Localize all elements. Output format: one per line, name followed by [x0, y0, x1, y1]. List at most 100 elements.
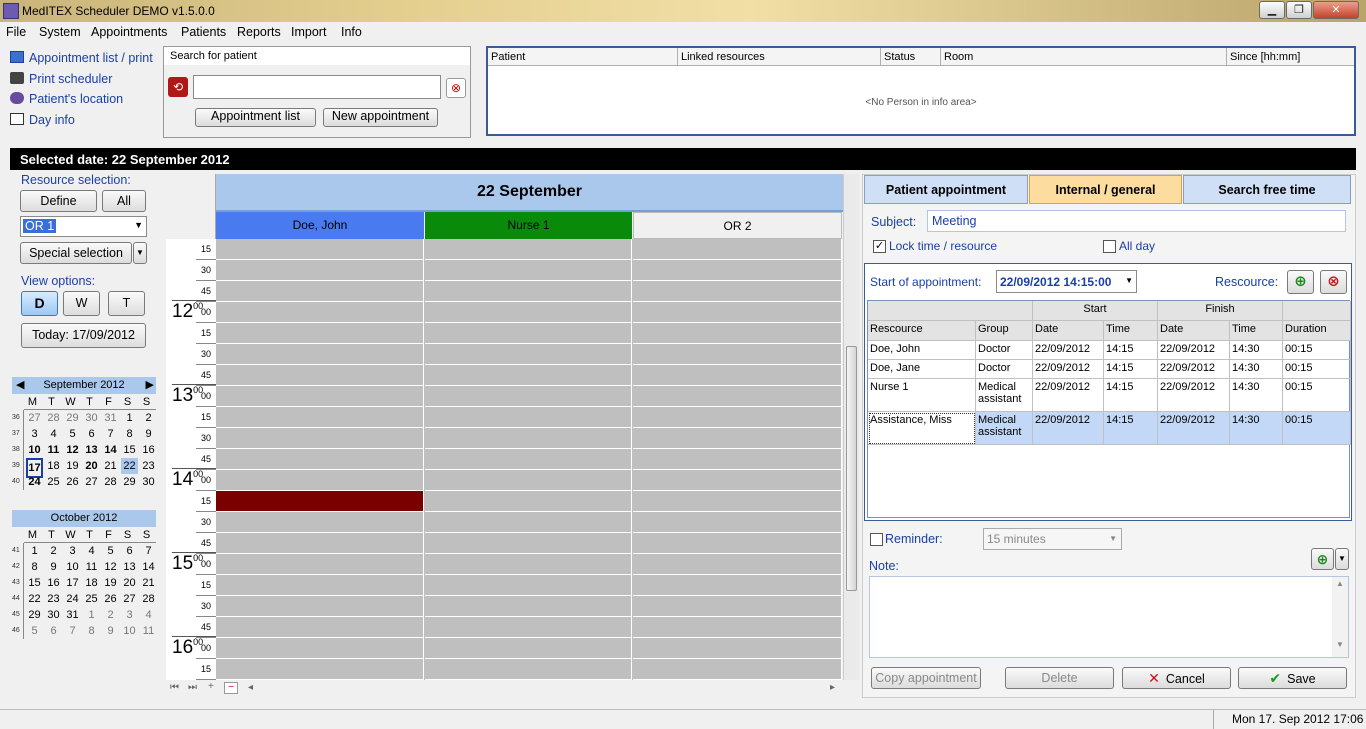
- time-slot[interactable]: [425, 617, 632, 638]
- time-slot[interactable]: [425, 554, 632, 575]
- time-slot[interactable]: [425, 260, 632, 281]
- calendar-day[interactable]: 2: [102, 607, 119, 623]
- resource-column-nurse-1[interactable]: Nurse 1: [425, 212, 632, 239]
- maximize-button[interactable]: ❐: [1286, 1, 1312, 19]
- first-icon[interactable]: ⏮: [170, 682, 179, 693]
- all-button[interactable]: All: [102, 190, 146, 212]
- calendar-day[interactable]: 4: [140, 607, 157, 623]
- calendar-day[interactable]: 4: [45, 426, 62, 442]
- calendar-day[interactable]: 13: [83, 442, 100, 458]
- calendar-day[interactable]: 7: [140, 543, 157, 559]
- time-slot[interactable]: [425, 575, 632, 596]
- table-cell[interactable]: 14:15: [1104, 341, 1158, 360]
- subject-input[interactable]: Meeting: [927, 210, 1346, 232]
- table-cell[interactable]: Doe, Jane: [868, 360, 976, 379]
- time-slot[interactable]: [425, 533, 632, 554]
- calendar-day[interactable]: 8: [121, 426, 138, 442]
- table-header[interactable]: Time: [1230, 321, 1283, 341]
- view-t-button[interactable]: T: [108, 291, 145, 316]
- calendar-day[interactable]: 25: [83, 591, 100, 607]
- calendar-day[interactable]: 27: [121, 591, 138, 607]
- calendar-day[interactable]: 1: [83, 607, 100, 623]
- tab-internal-general[interactable]: Internal / general: [1029, 175, 1182, 204]
- table-cell[interactable]: 22/09/2012: [1033, 341, 1104, 360]
- calendar-day[interactable]: 14: [102, 442, 119, 458]
- patient-lookup-icon[interactable]: ⟲: [168, 77, 188, 97]
- calendar-day[interactable]: 6: [83, 426, 100, 442]
- time-slot[interactable]: [216, 281, 424, 302]
- time-slot[interactable]: [216, 554, 424, 575]
- time-slot[interactable]: [633, 365, 842, 386]
- table-cell[interactable]: 14:30: [1230, 412, 1283, 445]
- time-slot[interactable]: [633, 596, 842, 617]
- calendar-day[interactable]: 27: [26, 410, 43, 426]
- table-cell[interactable]: Medical assistant: [976, 379, 1033, 412]
- calendar-day[interactable]: 31: [64, 607, 81, 623]
- calendar-day[interactable]: 26: [64, 474, 81, 490]
- scheduler-scrollbar[interactable]: [843, 174, 859, 680]
- table-cell[interactable]: Doctor: [976, 360, 1033, 379]
- table-header[interactable]: Date: [1158, 321, 1230, 341]
- calendar-day[interactable]: 21: [140, 575, 157, 591]
- calendar-day[interactable]: 30: [140, 474, 157, 490]
- add-resource-icon[interactable]: ⊕: [1287, 270, 1314, 294]
- start-datetime-picker[interactable]: 22/09/2012 14:15:00 ▼: [996, 270, 1137, 293]
- time-slot[interactable]: [633, 533, 842, 554]
- time-slot[interactable]: [633, 239, 842, 260]
- time-slot[interactable]: [216, 344, 424, 365]
- table-cell[interactable]: 14:15: [1104, 360, 1158, 379]
- calendar-day[interactable]: 28: [140, 591, 157, 607]
- resource-column-or-2[interactable]: OR 2: [633, 212, 842, 239]
- table-cell[interactable]: 14:15: [1104, 379, 1158, 412]
- time-slot[interactable]: [633, 281, 842, 302]
- calendar-day[interactable]: 20: [121, 575, 138, 591]
- resource-column-doe-john[interactable]: Doe, John: [216, 212, 424, 239]
- info-col-linked[interactable]: Linked resources: [678, 48, 881, 66]
- copy-appointment-button[interactable]: Copy appointment: [871, 667, 981, 689]
- table-header[interactable]: Date: [1033, 321, 1104, 341]
- calendar-day[interactable]: 3: [64, 543, 81, 559]
- calendar-day[interactable]: 29: [26, 607, 43, 623]
- time-slot[interactable]: [425, 596, 632, 617]
- table-cell[interactable]: Assistance, Miss: [868, 412, 976, 445]
- table-header[interactable]: Rescource: [868, 321, 976, 341]
- new-appointment-button[interactable]: New appointment: [323, 108, 438, 127]
- table-cell[interactable]: 14:30: [1230, 341, 1283, 360]
- time-slot[interactable]: [425, 365, 632, 386]
- calendar-day[interactable]: 15: [26, 575, 43, 591]
- time-slot[interactable]: [425, 470, 632, 491]
- reminder-checkbox[interactable]: [870, 533, 883, 546]
- calendar-day[interactable]: 19: [102, 575, 119, 591]
- time-slot[interactable]: [633, 470, 842, 491]
- appointment-block[interactable]: [216, 491, 424, 512]
- time-slot[interactable]: [216, 386, 424, 407]
- calendar-day[interactable]: 30: [83, 410, 100, 426]
- define-button[interactable]: Define: [20, 190, 97, 212]
- time-slot[interactable]: [633, 554, 842, 575]
- remove-resource-icon[interactable]: ⊗: [1320, 270, 1347, 294]
- next-month-icon[interactable]: ▶: [146, 377, 154, 394]
- time-slot[interactable]: [633, 638, 842, 659]
- table-cell[interactable]: 22/09/2012: [1158, 379, 1230, 412]
- time-slot[interactable]: [425, 449, 632, 470]
- note-scrollbar[interactable]: ▲ ▼: [1332, 577, 1348, 657]
- calendar-day[interactable]: 11: [45, 442, 62, 458]
- time-slot[interactable]: [216, 470, 424, 491]
- table-cell[interactable]: 22/09/2012: [1158, 412, 1230, 445]
- menu-reports[interactable]: Reports: [237, 25, 281, 39]
- table-cell[interactable]: Medical assistant: [976, 412, 1033, 445]
- save-button[interactable]: ✔ Save: [1238, 667, 1347, 689]
- cancel-button[interactable]: ✕ Cancel: [1122, 667, 1231, 689]
- time-slot[interactable]: [216, 617, 424, 638]
- calendar-day[interactable]: 2: [140, 410, 157, 426]
- time-slot[interactable]: [216, 512, 424, 533]
- view-day-button[interactable]: D: [21, 291, 58, 316]
- calendar-day[interactable]: 24: [64, 591, 81, 607]
- calendar-day[interactable]: 10: [121, 623, 138, 639]
- calendar-day[interactable]: 12: [102, 559, 119, 575]
- tab-patient-appointment[interactable]: Patient appointment: [864, 175, 1028, 204]
- time-slot[interactable]: [425, 659, 632, 680]
- time-slot[interactable]: [633, 260, 842, 281]
- special-selection-chevron-icon[interactable]: ▼: [133, 242, 147, 264]
- time-slot[interactable]: [633, 617, 842, 638]
